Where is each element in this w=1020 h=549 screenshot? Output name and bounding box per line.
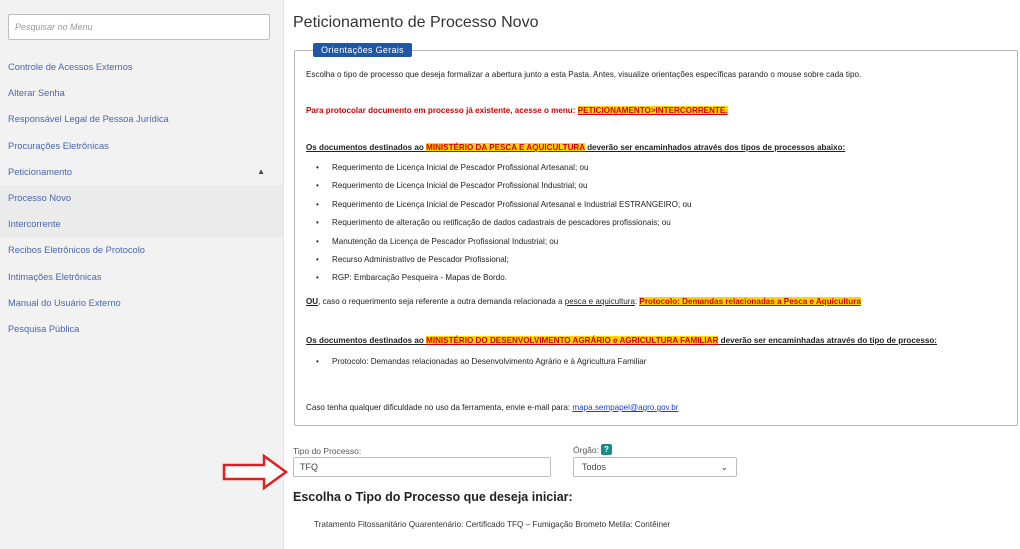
ou-label: OU (306, 297, 319, 306)
pesca-post: deverão ser encaminhados através dos tip… (584, 143, 846, 152)
sidebar-item-responsavel-legal[interactable]: Responsável Legal de Pessoa Jurídica (0, 106, 283, 132)
list-item: Recurso Administrativo de Pescador Profi… (316, 251, 691, 269)
sidebar-item-manual[interactable]: Manual do Usuário Externo (0, 290, 283, 316)
orgao-label: Órgão: (573, 445, 599, 455)
sidebar-item-alterar-senha[interactable]: Alterar Senha (0, 80, 283, 106)
list-item: Protocolo: Demandas relacionadas ao Dese… (316, 353, 646, 371)
sidebar-item-label: Peticionamento (8, 166, 73, 177)
orgao-select-value: Todos (582, 462, 607, 472)
protocol-text: Para protocolar documento em processo já… (306, 106, 578, 115)
list-item: Requerimento de alteração ou retificação… (316, 214, 691, 232)
guidelines-legend: Orientações Gerais (313, 43, 412, 57)
list-item: Requerimento de Licença Inicial de Pesca… (316, 177, 691, 195)
contact-text: Caso tenha qualquer dificuldade no uso d… (306, 403, 573, 412)
mda-pre: Os documentos destinados ao (306, 336, 427, 345)
sidebar-item-recibos[interactable]: Recibos Eletrônicos de Protocolo (0, 237, 283, 263)
contact-line: Caso tenha qualquer dificuldade no uso d… (306, 403, 679, 413)
orgao-label-row: Órgão:? (573, 444, 612, 455)
menu-search-input[interactable] (8, 14, 270, 40)
ou-topic: pesca e aquicultura (564, 297, 635, 306)
list-item: Requerimento de Licença Inicial de Pesca… (316, 196, 691, 214)
protocol-notice: Para protocolar documento em processo já… (306, 106, 728, 116)
red-arrow-annotation (222, 453, 289, 491)
sidebar-item-pesquisa-publica[interactable]: Pesquisa Pública (0, 316, 283, 342)
list-item: Manutenção da Licença de Pescador Profis… (316, 233, 691, 251)
sidebar-item-intercorrente[interactable]: Intercorrente (0, 211, 283, 238)
sidebar-menu: Controle de Acessos Externos Alterar Sen… (0, 54, 283, 342)
tipo-processo-input[interactable] (293, 457, 551, 477)
main-content: Peticionamento de Processo Novo Orientaç… (293, 0, 1020, 549)
ou-line: OU, caso o requerimento seja referente a… (306, 297, 861, 307)
help-icon[interactable]: ? (601, 444, 612, 455)
ou-protocol-highlight[interactable]: Protocolo: Demandas relacionadas a Pesca… (639, 297, 861, 306)
sidebar-item-intimacoes[interactable]: Intimações Eletrônicas (0, 264, 283, 290)
sidebar-item-peticionamento[interactable]: Peticionamento ▲ (0, 159, 283, 185)
sidebar-item-procuracoes[interactable]: Procurações Eletrônicas (0, 133, 283, 159)
pesca-process-list: Requerimento de Licença Inicial de Pesca… (316, 159, 691, 288)
section-title: Escolha o Tipo do Processo que deseja in… (293, 490, 573, 504)
mda-process-list: Protocolo: Demandas relacionadas ao Dese… (316, 353, 646, 371)
orgao-select[interactable]: Todos ⌄ (573, 457, 737, 477)
chevron-down-icon: ⌄ (720, 462, 728, 472)
guidelines-panel: Orientações Gerais Escolha o tipo de pro… (294, 43, 1018, 426)
process-type-result[interactable]: Tratamento Fitossanitário Quarentenário:… (314, 520, 670, 529)
mda-heading: Os documentos destinados ao MINISTÉRIO D… (306, 336, 937, 346)
mda-post: deverão ser encaminhadas através do tipo… (718, 336, 937, 345)
pesca-heading: Os documentos destinados ao MINISTÉRIO D… (306, 143, 845, 153)
list-item: Requerimento de Licença Inicial de Pesca… (316, 159, 691, 177)
page-title: Peticionamento de Processo Novo (293, 14, 539, 31)
pesca-pre: Os documentos destinados ao (306, 143, 427, 152)
mda-org-highlight: MINISTÉRIO DO DESENVOLVIMENTO AGRÁRIO e … (426, 336, 719, 345)
contact-email-link[interactable]: mapa.sempapel@agro.gov.br (572, 403, 678, 412)
intro-text: Escolha o tipo de processo que deseja fo… (306, 70, 862, 79)
pesca-org-highlight: MINISTÉRIO DA PESCA E AQUICULTURA (426, 143, 585, 152)
ou-text: , caso o requerimento seja referente a o… (318, 297, 565, 306)
sidebar-item-controle-acessos[interactable]: Controle de Acessos Externos (0, 54, 283, 80)
chevron-up-icon[interactable]: ▲ (257, 159, 265, 185)
protocol-menu-highlight: PETICIONAMENTO>INTERCORRENTE. (577, 106, 728, 115)
sidebar-item-processo-novo[interactable]: Processo Novo (0, 184, 283, 212)
list-item: RGP: Embarcação Pesqueira - Mapas de Bor… (316, 269, 691, 287)
tipo-processo-label: Tipo do Processo: (293, 446, 362, 456)
